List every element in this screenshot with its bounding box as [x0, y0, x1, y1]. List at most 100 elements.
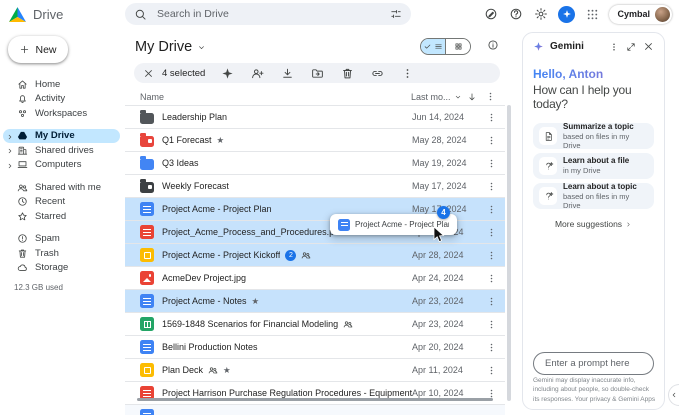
gemini-header: Gemini — [533, 41, 654, 52]
offline-status-icon[interactable] — [483, 6, 499, 22]
help-icon[interactable] — [508, 6, 524, 22]
row-more-options-icon[interactable] — [486, 112, 497, 123]
grid-view-button[interactable] — [445, 39, 470, 54]
sidebar-item[interactable]: Shared drives — [3, 143, 120, 158]
table-row[interactable] — [125, 404, 505, 415]
sidebar-item[interactable]: Home — [3, 77, 120, 92]
expand-panel-icon[interactable] — [626, 42, 636, 52]
file-name-cell: Q3 Ideas — [154, 158, 412, 168]
new-button[interactable]: New — [8, 36, 68, 63]
table-row[interactable]: 1569-1848 Scenarios for Financial Modeli… — [125, 312, 505, 335]
gemini-sparkle-icon[interactable] — [221, 67, 234, 80]
suggestion-icon — [539, 187, 557, 205]
sidebar-item[interactable]: Starred — [3, 209, 120, 224]
share-person-add-icon[interactable] — [251, 67, 264, 80]
column-name-label[interactable]: Name — [140, 92, 411, 102]
grid-view-icon — [454, 42, 463, 51]
row-more-options-icon[interactable] — [486, 204, 497, 215]
gemini-suggestion-card[interactable]: Summarize a topic based on files in my D… — [533, 123, 654, 149]
apps-grid-icon[interactable] — [584, 6, 600, 22]
table-row[interactable]: Project Acme - Project Kickoff 2 Apr 28,… — [125, 243, 505, 266]
gemini-prompt-field[interactable] — [533, 352, 654, 375]
row-more-options-icon[interactable] — [486, 158, 497, 169]
row-more-options-icon[interactable] — [486, 273, 497, 284]
expand-caret-icon[interactable] — [6, 133, 14, 141]
gemini-disclaimer: Gemini may display inaccurate info, incl… — [533, 376, 656, 404]
gemini-suggestion-card[interactable]: Learn about a file in my Drive — [533, 153, 654, 179]
table-row[interactable]: Leadership Plan Jun 14, 2024 — [125, 105, 505, 128]
sidebar-item[interactable]: My Drive — [3, 129, 120, 144]
close-panel-icon[interactable] — [643, 41, 654, 52]
sidebar-item[interactable]: Spam — [3, 232, 120, 247]
expand-caret-icon[interactable] — [6, 162, 14, 170]
sidebar-item-icon — [17, 182, 28, 193]
sidebar-item[interactable]: Recent — [3, 195, 120, 210]
gemini-suggestion-card[interactable]: Learn about a topic based on files in my… — [533, 183, 654, 209]
row-more-options-icon[interactable] — [486, 135, 497, 146]
row-more-options-icon[interactable] — [486, 250, 497, 261]
row-more-options-icon[interactable] — [486, 319, 497, 330]
gemini-more-options-icon[interactable] — [609, 42, 619, 52]
file-type-icon — [140, 363, 154, 377]
more-actions-icon[interactable] — [401, 67, 414, 80]
row-more-options-icon[interactable] — [486, 296, 497, 307]
gemini-prompt-input[interactable] — [543, 357, 644, 370]
search-filters-icon[interactable] — [390, 8, 402, 20]
sort-direction-icon[interactable] — [467, 92, 485, 102]
vertical-scrollbar[interactable] — [507, 105, 511, 401]
list-options-icon[interactable] — [485, 91, 497, 102]
sidebar-item[interactable]: Storage — [3, 261, 120, 276]
file-type-icon — [140, 248, 154, 262]
table-row[interactable]: AcmeDev Project.jpg Apr 24, 2024 — [125, 266, 505, 289]
shared-icon — [301, 250, 311, 260]
file-type-icon — [140, 294, 154, 308]
selected-count-label: 4 selected — [162, 68, 205, 79]
app-name: Drive — [33, 7, 63, 22]
check-icon — [423, 42, 432, 51]
row-more-options-icon[interactable] — [486, 365, 497, 376]
file-name-cell: Project Harrison Purchase Regulation Pro… — [154, 388, 412, 398]
settings-gear-icon[interactable] — [533, 6, 549, 22]
sort-by-modified[interactable]: Last mo... — [411, 92, 467, 102]
sidebar-item[interactable]: Trash — [3, 246, 120, 261]
search-input[interactable] — [155, 7, 382, 21]
sidebar-item-icon — [17, 130, 28, 141]
collapse-panel-button[interactable] — [668, 384, 679, 406]
row-more-options-icon[interactable] — [486, 342, 497, 353]
chevron-right-icon — [625, 221, 632, 228]
row-more-options-icon[interactable] — [486, 227, 497, 238]
sidebar-item[interactable]: Shared with me — [3, 180, 120, 195]
expand-caret-icon[interactable] — [6, 147, 14, 155]
get-link-icon[interactable] — [371, 67, 384, 80]
info-icon[interactable] — [487, 39, 499, 51]
table-row[interactable]: Q1 Forecast ★ May 28, 2024 — [125, 128, 505, 151]
last-modified-date: Apr 28, 2024 — [412, 250, 486, 260]
table-row[interactable]: Q3 Ideas May 19, 2024 — [125, 151, 505, 174]
row-more-options-icon[interactable] — [486, 388, 497, 399]
list-view-button[interactable] — [421, 39, 445, 54]
file-type-icon — [140, 340, 154, 354]
clear-selection-icon[interactable] — [143, 68, 154, 79]
suggestion-icon — [539, 127, 557, 145]
file-type-icon — [140, 271, 154, 285]
move-folder-icon[interactable] — [311, 67, 324, 80]
top-bar: Drive — [0, 0, 679, 28]
row-more-options-icon[interactable] — [486, 181, 497, 192]
trash-icon[interactable] — [341, 67, 354, 80]
table-row[interactable]: Bellini Production Notes Apr 20, 2024 — [125, 335, 505, 358]
file-type-icon — [140, 225, 154, 239]
sidebar-item[interactable]: Activity — [3, 92, 120, 107]
avatar[interactable] — [655, 7, 670, 22]
sidebar-item[interactable]: Workspaces — [3, 106, 120, 121]
download-icon[interactable] — [281, 67, 294, 80]
search-bar[interactable] — [125, 3, 411, 25]
more-suggestions-link[interactable]: More suggestions — [533, 219, 654, 229]
page-title[interactable]: My Drive — [135, 39, 206, 55]
table-row[interactable]: Project Acme - Notes ★ Apr 23, 2024 — [125, 289, 505, 312]
sidebar-item[interactable]: Computers — [3, 158, 120, 173]
table-row[interactable]: Plan Deck ★ Apr 11, 2024 — [125, 358, 505, 381]
account-pill[interactable]: Cymbal — [609, 5, 672, 24]
horizontal-scrollbar[interactable] — [137, 398, 493, 401]
table-row[interactable]: Weekly Forecast May 17, 2024 — [125, 174, 505, 197]
gemini-button[interactable] — [558, 6, 575, 23]
